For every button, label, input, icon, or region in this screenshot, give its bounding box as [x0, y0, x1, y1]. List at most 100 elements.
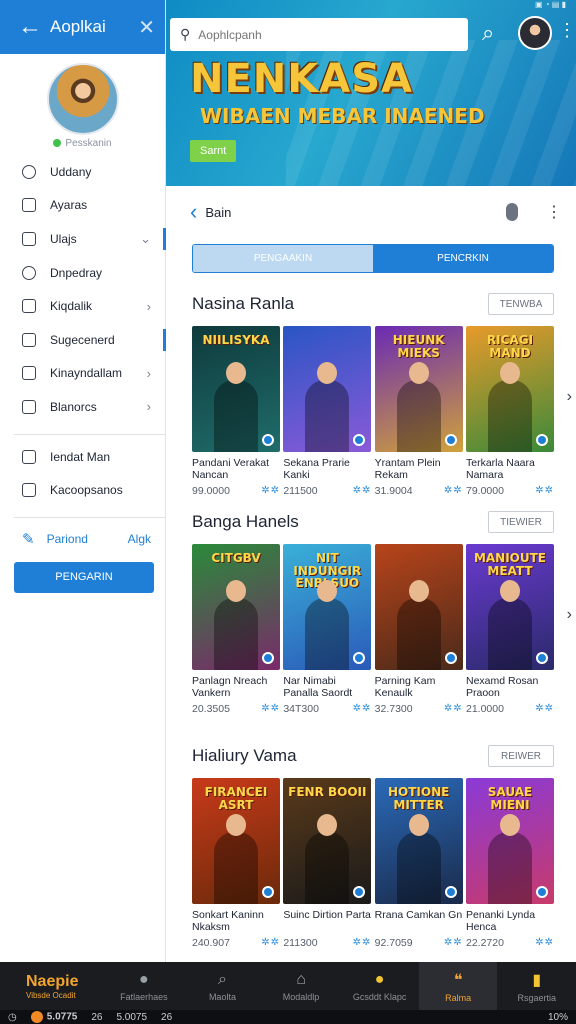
drawer-item-sugecenerd[interactable]: Sugecenerd: [0, 323, 166, 357]
play-badge-icon: [535, 434, 548, 446]
share-icon[interactable]: ✲✲: [444, 485, 463, 497]
drawer-item-ayaras[interactable]: Ayaras: [0, 189, 165, 223]
media-card[interactable]: MANIOUTE MEATT Nexamd Rosan Praoon 21.00…: [465, 544, 554, 715]
profile-avatar[interactable]: [46, 63, 119, 135]
media-meta: 22.2720 ✲✲: [466, 937, 554, 949]
nav-item-rsgaertia[interactable]: ▮ Rsgaertia: [497, 962, 576, 1010]
hero-start-button[interactable]: Sarnt: [190, 140, 237, 162]
media-card[interactable]: Sekana Prarie Kanki 211500 ✲✲: [283, 326, 372, 497]
drawer-item-dnpedray[interactable]: Dnpedray: [0, 256, 165, 290]
media-value: 240.907: [192, 937, 230, 949]
share-icon[interactable]: ✲✲: [261, 703, 280, 715]
share-icon[interactable]: ✲✲: [535, 937, 554, 949]
segmented-tabs: PENGAAKIN PENCRKIN: [192, 244, 554, 273]
tab-pengaakin[interactable]: PENGAAKIN: [193, 245, 373, 272]
media-card[interactable]: Parning Kam Kenaulk 32.7300 ✲✲: [374, 544, 463, 715]
media-value: 22.2720: [465, 937, 504, 949]
share-icon[interactable]: ✲✲: [444, 937, 463, 949]
drawer-item-kinayndallam[interactable]: Kinayndallam ›: [0, 357, 165, 391]
media-card[interactable]: CITGBV Panlagn Nreach Vankern 20.3505 ✲✲: [192, 544, 280, 715]
media-title: Rrana Camkan Gn: [374, 909, 463, 921]
poster-figure: [487, 814, 532, 904]
share-icon[interactable]: ✲✲: [535, 485, 554, 497]
more-vertical-icon[interactable]: ⋮: [546, 202, 562, 222]
section-view-button[interactable]: REIWER: [488, 745, 554, 767]
share-icon[interactable]: ✲✲: [261, 485, 280, 497]
media-card[interactable]: FIRANCEI ASRT Sonkart Kaninn Nkaksm 240.…: [192, 778, 280, 949]
panel-header: ‹ Bain ⋮: [166, 186, 576, 238]
poster-title: SAUAE MIENI: [487, 785, 533, 812]
poster-title: HOTIONE MITTER: [387, 785, 450, 812]
section-header: Nasina Ranla TENWBA: [192, 292, 554, 316]
nav-item-modaldlp[interactable]: ⌂ Modaldlp: [262, 962, 341, 1010]
media-value: 34T300: [283, 703, 319, 715]
drawer-item-iendat-man[interactable]: Iendat Man: [0, 441, 165, 474]
tab-pencrkin[interactable]: PENCRKIN: [373, 245, 553, 272]
chevron-right-icon: ›: [146, 365, 151, 381]
period-value: Algk: [127, 531, 151, 546]
share-icon[interactable]: ✲✲: [353, 937, 372, 949]
chevron-right-icon[interactable]: ›: [567, 388, 572, 406]
drawer-item-blanorcs[interactable]: Blanorcs ›: [0, 390, 165, 424]
media-card[interactable]: NIILISYKA Pandani Verakat Nancan 99.0000…: [192, 326, 280, 497]
share-icon[interactable]: ✲✲: [353, 485, 372, 497]
media-card[interactable]: RICAGI MAND Terkarla Naara Namara 79.000…: [465, 326, 554, 497]
media-card[interactable]: HOTIONE MITTER Rrana Camkan Gn 92.7059 ✲✲: [374, 778, 463, 949]
brand-tagline: Vibsde Ocadit: [26, 990, 76, 1000]
nav-item-maolta[interactable]: ⌕ Maolta: [183, 962, 262, 1010]
nav-item-gcsddt-klapc[interactable]: ● Gcsddt Klapc: [340, 962, 419, 1010]
bookmark-icon: ▮: [532, 971, 542, 989]
media-poster: RICAGI MAND: [465, 326, 554, 452]
play-badge-icon: [262, 886, 274, 898]
tag-icon: [22, 483, 36, 498]
microphone-icon[interactable]: [506, 203, 518, 221]
media-value: 21.0000: [465, 703, 504, 715]
search-icon: ⚲: [180, 26, 191, 42]
poster-figure: [487, 362, 532, 452]
chevron-right-icon[interactable]: ›: [567, 606, 572, 624]
share-icon[interactable]: ✲✲: [261, 937, 280, 949]
close-icon[interactable]: ✕: [138, 15, 155, 40]
poster-figure: [487, 580, 532, 670]
share-icon[interactable]: ✲✲: [535, 703, 554, 715]
user-avatar[interactable]: [518, 16, 552, 50]
drawer-item-uddany[interactable]: Uddany: [0, 155, 165, 189]
drawer-header: ← Aoplkai ✕: [0, 0, 165, 54]
section-header: Hialiury Vama REIWER: [192, 744, 554, 768]
hero-banner: ▣ ◔ ▤ ▮ ⚲ ⌕ ⋮ NENKASA WIBAEN MEBAR INAEN…: [166, 0, 576, 186]
share-icon[interactable]: ✲✲: [353, 703, 372, 715]
search-bar[interactable]: ⚲: [170, 18, 468, 51]
period-selector[interactable]: ✎ Pariond Algk: [0, 524, 165, 554]
drawer-item-ulajs[interactable]: Ulajs ⌄: [0, 222, 166, 256]
section-nasina-ranla: Nasina Ranla TENWBA NIILISYKA Pandani Ve…: [192, 292, 572, 497]
list-icon: [22, 366, 36, 381]
more-vertical-icon[interactable]: ⋮: [558, 20, 576, 41]
share-icon[interactable]: ✲✲: [444, 703, 463, 715]
section-view-button[interactable]: TIEWIER: [488, 511, 554, 533]
drawer-primary-button[interactable]: PENGARIN: [14, 561, 154, 593]
media-meta: 34T300 ✲✲: [283, 703, 371, 715]
section-view-button[interactable]: TENWBA: [488, 293, 554, 315]
nav-item-fatlaerhaes[interactable]: ● Fatlaerhaes: [105, 962, 184, 1010]
search-input[interactable]: [198, 27, 439, 42]
play-badge-icon: [353, 886, 366, 898]
brand-logo[interactable]: Naepie Vibsde Ocadit: [0, 962, 105, 1010]
media-title: Yrantam Plein Rekam: [374, 457, 441, 481]
panel-back-label[interactable]: Bain: [205, 205, 506, 220]
coin-icon: ●: [374, 970, 385, 988]
settings-icon: [22, 332, 36, 347]
media-card[interactable]: SAUAE MIENI Penanki Lynda Henca 22.2720 ✲…: [465, 778, 554, 949]
search-button-icon[interactable]: ⌕: [482, 20, 494, 46]
section-hialiury-vama: Hialiury Vama REIWER FIRANCEI ASRT Sonka…: [192, 744, 554, 949]
play-badge-icon: [535, 886, 548, 898]
chevron-left-icon[interactable]: ‹: [190, 199, 197, 225]
nav-item-ralma[interactable]: ❝ Ralma: [418, 962, 498, 1010]
drawer-item-kacoopsanos[interactable]: Kacoopsanos: [0, 474, 165, 507]
media-card[interactable]: NIT INDUNGIR ENBLSUO Nar Nimabi Panalla …: [283, 544, 372, 715]
coin-icon: [30, 1011, 43, 1023]
media-card[interactable]: HIEUNK MIEKS Yrantam Plein Rekam 31.9004…: [374, 326, 463, 497]
media-card[interactable]: FENR BOOII Suinc Dirtion Parta 211300 ✲✲: [283, 778, 372, 949]
back-arrow-icon[interactable]: ←: [18, 13, 42, 41]
drawer-item-kiqdalik[interactable]: Kiqdalik ›: [0, 289, 165, 323]
chat-icon: ❝: [453, 971, 463, 989]
